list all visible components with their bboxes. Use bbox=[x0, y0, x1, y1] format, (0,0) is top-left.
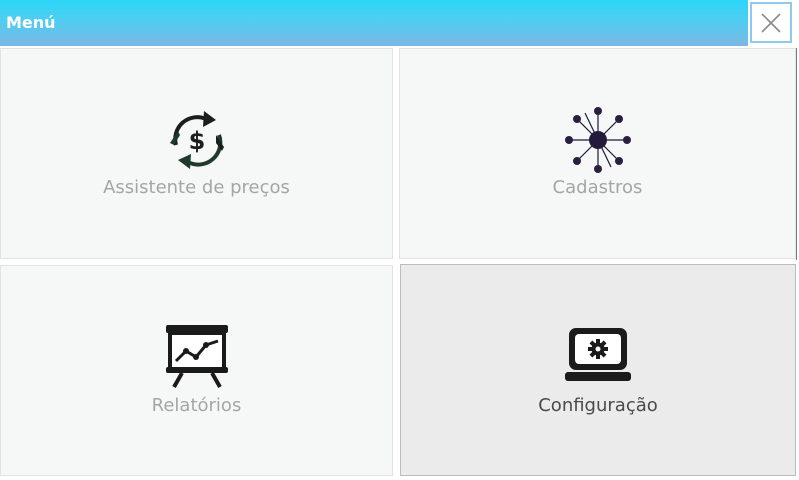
tile-label: Assistente de preços bbox=[103, 177, 290, 198]
menu-window: Menú $ Assistente de preços Cadastros Re… bbox=[0, 0, 799, 480]
laptop-gear-icon bbox=[564, 325, 632, 389]
dollar-cycle-icon: $ bbox=[164, 107, 230, 177]
network-hub-icon bbox=[563, 105, 633, 179]
tile-price-assistant[interactable]: $ Assistente de preços bbox=[0, 48, 393, 259]
close-button[interactable] bbox=[750, 2, 792, 43]
tile-label: Cadastros bbox=[552, 177, 643, 198]
presentation-chart-icon bbox=[164, 323, 230, 393]
title-bar: Menú bbox=[0, 0, 748, 46]
tile-reports[interactable]: Relatórios bbox=[0, 265, 393, 476]
tile-label: Relatórios bbox=[151, 395, 242, 416]
tile-configuration[interactable]: Configuração bbox=[400, 264, 796, 476]
tile-label: Configuração bbox=[538, 395, 658, 416]
divider bbox=[796, 48, 797, 260]
close-icon bbox=[761, 12, 781, 33]
window-title: Menú bbox=[6, 12, 56, 32]
svg-text:$: $ bbox=[188, 127, 205, 155]
tile-registrations[interactable]: Cadastros bbox=[399, 48, 796, 259]
